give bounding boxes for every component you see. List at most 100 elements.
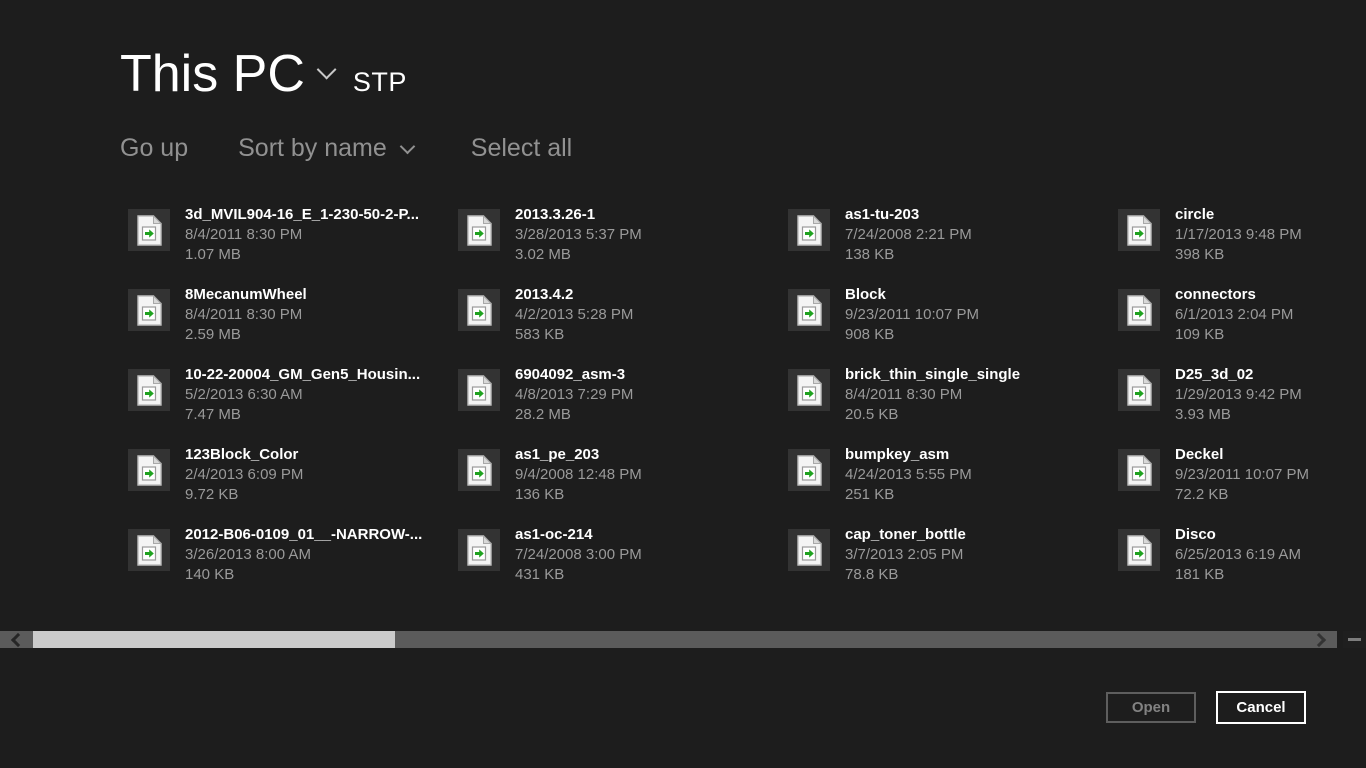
minus-icon	[1348, 638, 1361, 641]
horizontal-scrollbar[interactable]	[0, 631, 1337, 648]
file-meta: 3d_MVIL904-16_E_1-230-50-2-P... 8/4/2011…	[185, 207, 419, 265]
file-name: connectors	[1175, 285, 1293, 305]
file-item[interactable]: 2013.4.2 4/2/2013 5:28 PM 583 KB	[458, 287, 788, 367]
file-name: Disco	[1175, 525, 1301, 545]
stp-file-icon	[1118, 449, 1160, 491]
file-meta: as1-oc-214 7/24/2008 3:00 PM 431 KB	[515, 527, 642, 585]
file-date: 2/4/2013 6:09 PM	[185, 465, 303, 485]
file-meta: as1-tu-203 7/24/2008 2:21 PM 138 KB	[845, 207, 972, 265]
file-grid: 3d_MVIL904-16_E_1-230-50-2-P... 8/4/2011…	[128, 207, 1366, 607]
stp-file-icon	[1118, 369, 1160, 411]
file-meta: as1_pe_203 9/4/2008 12:48 PM 136 KB	[515, 447, 642, 505]
file-date: 3/26/2013 8:00 AM	[185, 545, 422, 565]
stp-file-icon	[128, 529, 170, 571]
file-item[interactable]: connectors 6/1/2013 2:04 PM 109 KB	[1118, 287, 1366, 367]
file-item[interactable]: cap_toner_bottle 3/7/2013 2:05 PM 78.8 K…	[788, 527, 1118, 607]
file-date: 6/25/2013 6:19 AM	[1175, 545, 1301, 565]
file-size: 28.2 MB	[515, 405, 633, 425]
file-meta: bumpkey_asm 4/24/2013 5:55 PM 251 KB	[845, 447, 972, 505]
file-item[interactable]: Disco 6/25/2013 6:19 AM 181 KB	[1118, 527, 1366, 607]
file-date: 4/24/2013 5:55 PM	[845, 465, 972, 485]
file-date: 9/4/2008 12:48 PM	[515, 465, 642, 485]
file-item[interactable]: as1_pe_203 9/4/2008 12:48 PM 136 KB	[458, 447, 788, 527]
file-meta: Disco 6/25/2013 6:19 AM 181 KB	[1175, 527, 1301, 585]
stp-file-icon	[128, 209, 170, 251]
file-name: Deckel	[1175, 445, 1309, 465]
sort-by-button[interactable]: Sort by name	[238, 134, 413, 163]
file-meta: cap_toner_bottle 3/7/2013 2:05 PM 78.8 K…	[845, 527, 966, 585]
file-name: cap_toner_bottle	[845, 525, 966, 545]
file-item[interactable]: as1-oc-214 7/24/2008 3:00 PM 431 KB	[458, 527, 788, 607]
file-date: 9/23/2011 10:07 PM	[1175, 465, 1309, 485]
stp-file-icon	[128, 369, 170, 411]
file-name: 2013.3.26-1	[515, 205, 642, 225]
file-name: 10-22-20004_GM_Gen5_Housin...	[185, 365, 420, 385]
file-name: brick_thin_single_single	[845, 365, 1020, 385]
file-date: 1/29/2013 9:42 PM	[1175, 385, 1302, 405]
semantic-zoom-out-button[interactable]	[1343, 631, 1366, 648]
file-meta: 2013.3.26-1 3/28/2013 5:37 PM 3.02 MB	[515, 207, 642, 265]
file-size: 20.5 KB	[845, 405, 1020, 425]
cancel-button[interactable]: Cancel	[1216, 691, 1306, 724]
file-item[interactable]: 123Block_Color 2/4/2013 6:09 PM 9.72 KB	[128, 447, 458, 527]
select-all-button[interactable]: Select all	[471, 134, 572, 163]
file-name: bumpkey_asm	[845, 445, 972, 465]
file-size: 1.07 MB	[185, 245, 419, 265]
file-item[interactable]: Deckel 9/23/2011 10:07 PM 72.2 KB	[1118, 447, 1366, 527]
header: This PC STP	[120, 44, 407, 104]
file-name: 6904092_asm-3	[515, 365, 633, 385]
file-size: 9.72 KB	[185, 485, 303, 505]
file-name: 2013.4.2	[515, 285, 633, 305]
file-meta: 6904092_asm-3 4/8/2013 7:29 PM 28.2 MB	[515, 367, 633, 425]
file-item[interactable]: 8MecanumWheel 8/4/2011 8:30 PM 2.59 MB	[128, 287, 458, 367]
file-size: 109 KB	[1175, 325, 1293, 345]
file-item[interactable]: 10-22-20004_GM_Gen5_Housin... 5/2/2013 6…	[128, 367, 458, 447]
file-meta: 10-22-20004_GM_Gen5_Housin... 5/2/2013 6…	[185, 367, 420, 425]
stp-file-icon	[458, 289, 500, 331]
file-item[interactable]: bumpkey_asm 4/24/2013 5:55 PM 251 KB	[788, 447, 1118, 527]
file-size: 138 KB	[845, 245, 972, 265]
file-name: Block	[845, 285, 979, 305]
go-up-button[interactable]: Go up	[120, 134, 188, 163]
file-item[interactable]: 2012-B06-0109_01__-NARROW-... 3/26/2013 …	[128, 527, 458, 607]
file-date: 4/2/2013 5:28 PM	[515, 305, 633, 325]
scroll-left-icon[interactable]	[11, 633, 25, 647]
file-size: 583 KB	[515, 325, 633, 345]
file-name: 8MecanumWheel	[185, 285, 307, 305]
file-item[interactable]: D25_3d_02 1/29/2013 9:42 PM 3.93 MB	[1118, 367, 1366, 447]
chevron-down-icon	[400, 139, 416, 155]
stp-file-icon	[788, 369, 830, 411]
file-size: 7.47 MB	[185, 405, 420, 425]
file-date: 4/8/2013 7:29 PM	[515, 385, 633, 405]
file-meta: 123Block_Color 2/4/2013 6:09 PM 9.72 KB	[185, 447, 303, 505]
file-name: circle	[1175, 205, 1302, 225]
file-size: 181 KB	[1175, 565, 1301, 585]
file-item[interactable]: brick_thin_single_single 8/4/2011 8:30 P…	[788, 367, 1118, 447]
file-item[interactable]: 2013.3.26-1 3/28/2013 5:37 PM 3.02 MB	[458, 207, 788, 287]
file-meta: 8MecanumWheel 8/4/2011 8:30 PM 2.59 MB	[185, 287, 307, 345]
scroll-right-icon[interactable]	[1312, 633, 1326, 647]
file-item[interactable]: 6904092_asm-3 4/8/2013 7:29 PM 28.2 MB	[458, 367, 788, 447]
open-button[interactable]: Open	[1106, 692, 1196, 723]
file-size: 140 KB	[185, 565, 422, 585]
chevron-down-icon[interactable]	[317, 60, 337, 80]
file-meta: connectors 6/1/2013 2:04 PM 109 KB	[1175, 287, 1293, 345]
stp-file-icon	[788, 529, 830, 571]
scrollbar-thumb[interactable]	[33, 631, 395, 648]
file-date: 8/4/2011 8:30 PM	[845, 385, 1020, 405]
file-item[interactable]: Block 9/23/2011 10:07 PM 908 KB	[788, 287, 1118, 367]
file-meta: circle 1/17/2013 9:48 PM 398 KB	[1175, 207, 1302, 265]
file-size: 251 KB	[845, 485, 972, 505]
file-size: 3.02 MB	[515, 245, 642, 265]
file-date: 6/1/2013 2:04 PM	[1175, 305, 1293, 325]
file-meta: 2012-B06-0109_01__-NARROW-... 3/26/2013 …	[185, 527, 422, 585]
file-size: 3.93 MB	[1175, 405, 1302, 425]
current-folder-label: STP	[353, 67, 407, 98]
file-item[interactable]: circle 1/17/2013 9:48 PM 398 KB	[1118, 207, 1366, 287]
stp-file-icon	[458, 449, 500, 491]
page-title[interactable]: This PC	[120, 44, 305, 104]
file-size: 908 KB	[845, 325, 979, 345]
file-name: D25_3d_02	[1175, 365, 1302, 385]
file-item[interactable]: as1-tu-203 7/24/2008 2:21 PM 138 KB	[788, 207, 1118, 287]
file-item[interactable]: 3d_MVIL904-16_E_1-230-50-2-P... 8/4/2011…	[128, 207, 458, 287]
